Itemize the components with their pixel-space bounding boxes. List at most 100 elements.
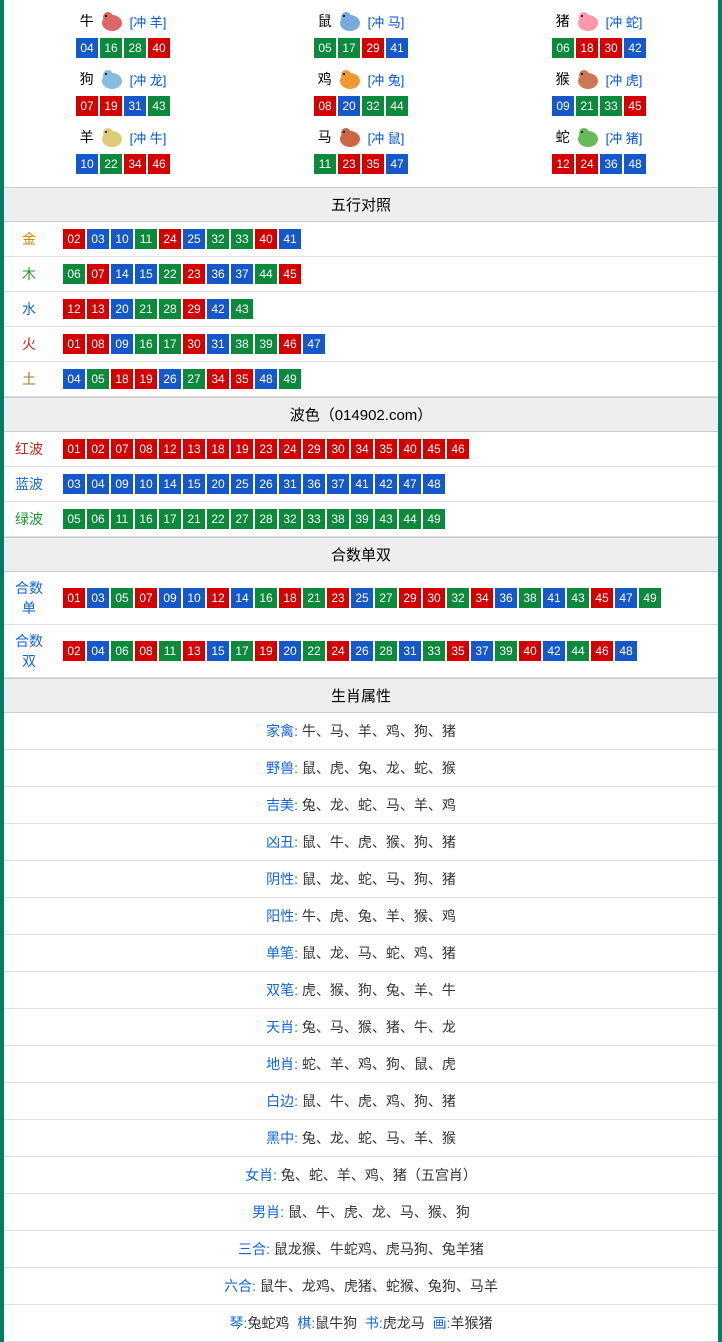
number-chip: 45 [279,264,301,284]
number-chip: 10 [183,588,205,608]
row-numbers: 1213202128294243 [54,292,718,327]
row-label: 水 [4,292,54,327]
number-chip: 02 [63,641,85,661]
attr-label: 家禽: [266,723,302,739]
table-row: 合数双0204060811131517192022242628313335373… [4,625,718,678]
number-chip: 22 [303,641,325,661]
number-chip: 49 [423,509,445,529]
number-chip: 34 [207,369,229,389]
attr-row: 双笔: 虎、猴、狗、兔、羊、牛 [4,972,718,1009]
monkey-icon [572,67,604,91]
number-chip: 49 [279,369,301,389]
number-chip: 04 [63,369,85,389]
attr-label: 画: [433,1315,451,1331]
attr-row: 家禽: 牛、马、羊、鸡、狗、猪 [4,713,718,750]
number-chip: 08 [87,334,109,354]
number-chip: 44 [255,264,277,284]
number-chip: 10 [111,229,133,249]
number-chip: 18 [111,369,133,389]
number-chip: 02 [87,439,109,459]
zodiac-clash: [冲 牛] [130,128,167,147]
number-chip: 24 [279,439,301,459]
number-chip: 35 [231,369,253,389]
attr-label: 女肖: [245,1167,281,1183]
number-chip: 02 [63,229,85,249]
number-chip: 43 [148,96,170,116]
zodiac-clash: [冲 龙] [130,70,167,89]
number-chip: 42 [207,299,229,319]
number-chip: 42 [375,474,397,494]
number-chip: 35 [375,439,397,459]
attr-value: 兔、马、猴、猪、牛、龙 [302,1019,456,1035]
attr-row: 单笔: 鼠、龙、马、蛇、鸡、猪 [4,935,718,972]
zodiac-cell: 猪[冲 蛇]06183042 [480,5,718,63]
number-chip: 26 [255,474,277,494]
number-chip: 39 [255,334,277,354]
shengxiao-footer: 琴:兔蛇鸡 棋:鼠牛狗 书:虎龙马 画:羊猴猪 [4,1305,718,1342]
row-label: 木 [4,257,54,292]
number-chip: 34 [124,154,146,174]
zodiac-clash: [冲 虎] [606,70,643,89]
number-chip: 48 [423,474,445,494]
number-chip: 18 [279,588,301,608]
number-chip: 40 [399,439,421,459]
attr-row: 地肖: 蛇、羊、鸡、狗、鼠、虎 [4,1046,718,1083]
number-chip: 27 [375,588,397,608]
number-chip: 45 [624,96,646,116]
zodiac-name: 狗 [80,69,94,89]
number-chip: 29 [303,439,325,459]
row-label: 火 [4,327,54,362]
attr-label: 白边: [266,1093,302,1109]
ox-icon [96,9,128,33]
attr-row: 六合: 鼠牛、龙鸡、虎猪、蛇猴、兔狗、马羊 [4,1268,718,1305]
number-chip: 11 [159,641,181,661]
number-chip: 12 [63,299,85,319]
attr-label: 吉美: [266,797,302,813]
number-chip: 46 [279,334,301,354]
number-chip: 46 [447,439,469,459]
number-chip: 38 [519,588,541,608]
number-chip: 47 [615,588,637,608]
row-label: 土 [4,362,54,397]
number-chip: 08 [135,641,157,661]
number-chip: 33 [423,641,445,661]
number-chip: 41 [279,229,301,249]
number-chip: 40 [519,641,541,661]
zodiac-cell: 蛇[冲 猪]12243648 [480,121,718,179]
number-chip: 28 [124,38,146,58]
row-numbers: 06071415222336374445 [54,257,718,292]
number-chip: 22 [207,509,229,529]
number-chip: 46 [591,641,613,661]
zodiac-cell: 鸡[冲 兔]08203244 [242,63,480,121]
number-chip: 09 [552,96,574,116]
table-row: 绿波05061116172122272832333839434449 [4,502,718,537]
number-chip: 16 [255,588,277,608]
row-numbers: 05061116172122272832333839434449 [54,502,718,537]
row-numbers: 0108091617303138394647 [54,327,718,362]
number-chip: 15 [135,264,157,284]
number-chip: 30 [327,439,349,459]
zodiac-name: 猪 [556,11,570,31]
attr-value: 兔、龙、蛇、马、羊、鸡 [302,797,456,813]
row-label: 金 [4,222,54,257]
number-chip: 28 [255,509,277,529]
shengxiao-rows: 家禽: 牛、马、羊、鸡、狗、猪野兽: 鼠、虎、兔、龙、蛇、猴吉美: 兔、龙、蛇、… [4,713,718,1305]
number-chip: 36 [207,264,229,284]
number-chip: 19 [135,369,157,389]
goat-icon [96,125,128,149]
row-numbers: 0103050709101214161821232527293032343638… [54,572,718,625]
number-chip: 14 [231,588,253,608]
shengxiao-header: 生肖属性 [4,678,718,713]
number-chip: 18 [576,38,598,58]
number-chip: 31 [207,334,229,354]
number-chip: 11 [314,154,336,174]
number-chip: 37 [471,641,493,661]
attr-value: 牛、马、羊、鸡、狗、猪 [302,723,456,739]
number-chip: 07 [111,439,133,459]
table-row: 土04051819262734354849 [4,362,718,397]
number-chip: 17 [159,509,181,529]
number-chip: 19 [231,439,253,459]
number-chip: 16 [135,509,157,529]
zodiac-clash: [冲 马] [368,12,405,31]
number-chip: 03 [87,229,109,249]
